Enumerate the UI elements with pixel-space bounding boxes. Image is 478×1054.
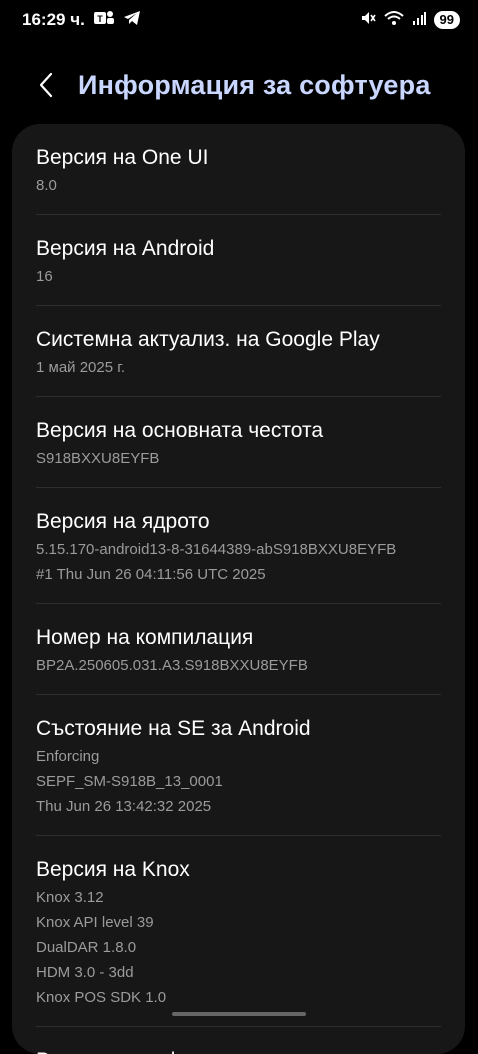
home-indicator[interactable] <box>172 1012 306 1016</box>
software-info-list: Версия на One UI 8.0 Версия на Android 16 Си… <box>12 124 465 1054</box>
item-value: Knox API level 39 <box>36 914 154 931</box>
item-value: 16 <box>36 268 53 285</box>
item-title: Версия на ядрото <box>36 510 210 533</box>
teams-icon: T <box>93 9 115 32</box>
list-item[interactable]: Версия на One UI 8.0 <box>12 124 465 214</box>
item-title: Версия на Android <box>36 237 215 260</box>
back-button[interactable] <box>26 65 66 105</box>
item-title: Номер на компилация <box>36 626 254 649</box>
item-title: Версия на основната честота <box>36 419 324 442</box>
mute-icon <box>360 10 376 31</box>
item-value: Thu Jun 26 13:42:32 2025 <box>36 798 212 815</box>
item-value: S918BXXU8EYFB <box>36 450 160 467</box>
item-title: Системна актуализ. на Google Play <box>36 328 380 351</box>
item-value: Enforcing <box>36 748 100 765</box>
item-value: SEPF_SM-S918B_13_0001 <box>36 773 223 790</box>
signal-icon <box>412 10 426 30</box>
status-bar: 16:29 ч. T 99 <box>0 0 478 40</box>
list-item[interactable]: Състояние на SE за Android Enforcing SEPF_… <box>12 695 465 835</box>
svg-text:T: T <box>97 14 103 24</box>
item-value: DualDAR 1.8.0 <box>36 939 137 956</box>
battery-indicator: 99 <box>433 11 460 29</box>
item-value: 5.15.170-android13-8-31644389-abS918BXXU… <box>36 541 397 558</box>
telegram-icon <box>123 10 141 31</box>
list-item[interactable]: Версия на основната честота S918BXXU8EYFB <box>12 397 465 487</box>
list-item[interactable]: Версия на ядрото 5.15.170-android13-8-316… <box>12 488 465 603</box>
wifi-icon <box>383 10 404 31</box>
item-title: Версия на One UI <box>36 146 209 169</box>
item-value: HDM 3.0 - 3dd <box>36 964 134 981</box>
item-value: BP2A.250605.031.A3.S918BXXU8EYFB <box>36 657 308 674</box>
item-value: Knox 3.12 <box>36 889 104 906</box>
item-value: 8.0 <box>36 177 57 194</box>
item-value: #1 Thu Jun 26 04:11:56 UTC 2025 <box>36 566 266 583</box>
list-item[interactable]: Системна актуализ. на Google Play 1 май 2… <box>12 306 465 396</box>
item-title: Версия на Knox <box>36 858 190 881</box>
item-value: Knox POS SDK 1.0 <box>36 989 167 1006</box>
chevron-left-icon <box>39 72 53 98</box>
item-title: Състояние на SE за Android <box>36 717 311 740</box>
list-item[interactable]: Номер на компилация BP2A.250605.031.A3.S9… <box>12 604 465 694</box>
item-title: Версия на софтуера на доставчика на <box>36 1047 441 1054</box>
list-item[interactable]: Версия на софтуера на доставчика на <box>12 1027 465 1054</box>
item-value: 1 май 2025 г. <box>36 359 126 376</box>
list-item[interactable]: Версия на Android 16 <box>12 215 465 305</box>
list-item[interactable]: Версия на Knox Knox 3.12 Knox API level 39… <box>12 836 465 1026</box>
page-title: Информация за софтуера <box>78 69 431 100</box>
status-time: 16:29 ч. <box>22 10 85 29</box>
header: Информация за софтуера <box>0 60 478 110</box>
